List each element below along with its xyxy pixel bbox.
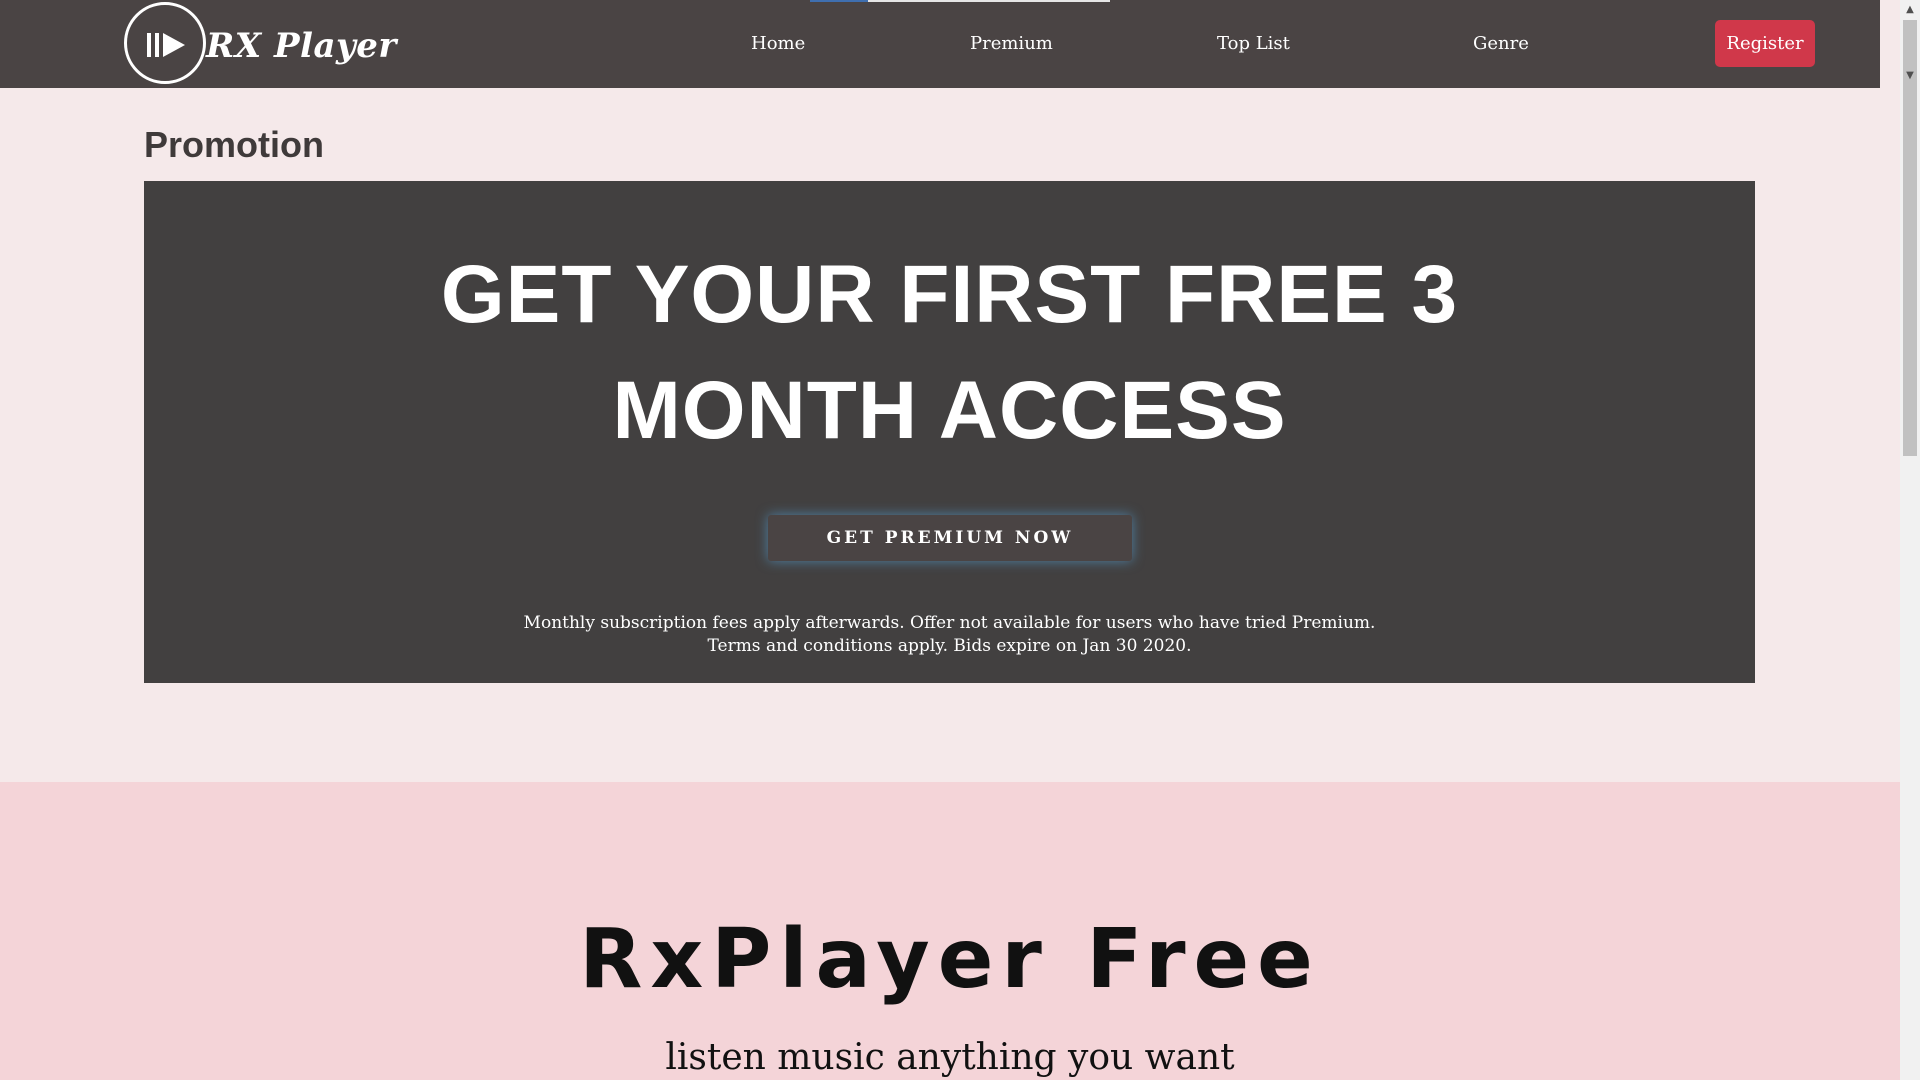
- promotion-headline-line-2: MONTH ACCESS: [612, 365, 1287, 456]
- promotion-fine-print: Monthly subscription fees apply afterwar…: [144, 612, 1755, 658]
- fine-print-line-2: Terms and conditions apply. Bids expire …: [707, 636, 1192, 656]
- promotion-headline-line-1: GET YOUR FIRST FREE 3: [440, 249, 1459, 340]
- nav-top-list[interactable]: Top List: [1217, 33, 1290, 54]
- register-button[interactable]: Register: [1715, 20, 1815, 67]
- promotion-title: Promotion: [144, 124, 324, 165]
- chevron-down-icon[interactable]: ▼: [1900, 66, 1920, 84]
- nav-home[interactable]: Home: [751, 33, 805, 54]
- free-subtitle: listen music anything you want: [665, 1037, 1235, 1078]
- nav-genre[interactable]: Genre: [1473, 33, 1529, 54]
- free-section: RxPlayer Free listen music anything you …: [0, 782, 1900, 1080]
- free-title: RxPlayer Free: [579, 912, 1321, 1007]
- page: RX Player Home Premium Top List Genre Re…: [0, 0, 1920, 1080]
- page-scrollbar[interactable]: ▲ ▼: [1900, 0, 1920, 1080]
- nav-links: Home Premium Top List Genre: [0, 0, 1880, 88]
- promotion-banner: GET YOUR FIRST FREE 3 MONTH ACCESS GET P…: [144, 181, 1755, 683]
- promotion-headline: GET YOUR FIRST FREE 3 MONTH ACCESS: [144, 237, 1755, 469]
- navbar: RX Player Home Premium Top List Genre Re…: [0, 0, 1880, 88]
- scrollbar-thumb[interactable]: [1903, 20, 1917, 456]
- nav-premium[interactable]: Premium: [970, 33, 1053, 54]
- chevron-up-icon[interactable]: ▲: [1900, 0, 1920, 18]
- fine-print-line-1: Monthly subscription fees apply afterwar…: [523, 613, 1376, 633]
- get-premium-button[interactable]: GET PREMIUM NOW: [768, 515, 1132, 561]
